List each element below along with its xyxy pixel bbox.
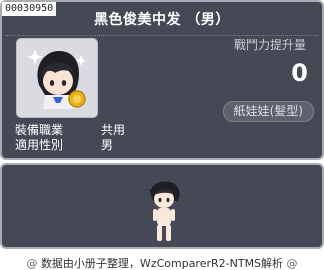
item-name: 黑色俊美中发 （男） xyxy=(94,12,230,28)
item-icon-frame xyxy=(16,38,98,118)
power-label: 戰鬥力提升量 xyxy=(233,38,306,52)
credit-text: 数据由小册子整理，WzComparerR2-NTMS解析 xyxy=(40,257,284,270)
character-preview-panel xyxy=(0,163,324,249)
power-value: 0 xyxy=(291,59,308,87)
at-icon: @ xyxy=(286,257,298,270)
gender-value: 男 xyxy=(101,138,114,152)
item-tooltip: 00030950 黑色俊美中发 （男） 戰鬥力提升量 0 紙娃娃(髮型) 裝備職… xyxy=(0,0,324,160)
type-badge: 紙娃娃(髮型) xyxy=(222,101,314,122)
gender-label: 適用性別 xyxy=(15,138,64,152)
hair-item-icon xyxy=(27,49,86,109)
at-icon: @ xyxy=(26,257,38,270)
credit-line: @ 数据由小册子整理，WzComparerR2-NTMS解析 @ xyxy=(0,255,324,270)
character-preview-icon xyxy=(149,181,180,241)
